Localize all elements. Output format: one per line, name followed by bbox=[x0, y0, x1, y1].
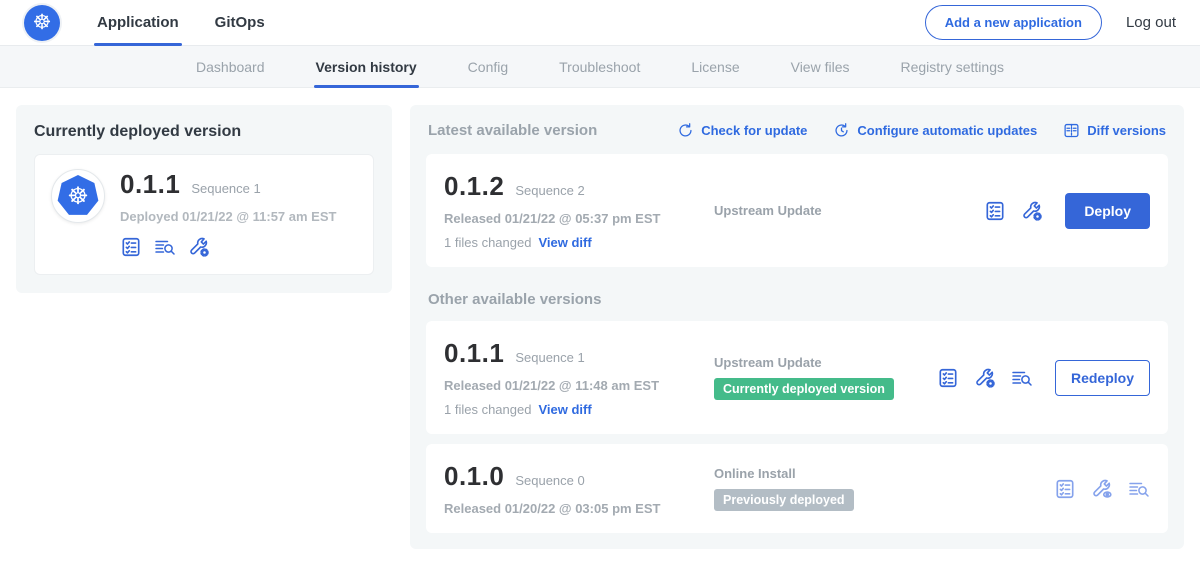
edit-config-icon[interactable] bbox=[974, 367, 996, 389]
files-changed-label: 1 files changed bbox=[444, 402, 531, 417]
version-source-label: Online Install bbox=[714, 466, 1054, 481]
version-number: 0.1.1 bbox=[444, 338, 504, 369]
sequence-label: Sequence 2 bbox=[515, 183, 584, 198]
check-for-update-label: Check for update bbox=[701, 123, 807, 138]
configure-automatic-updates-label: Configure automatic updates bbox=[857, 123, 1037, 138]
version-number: 0.1.2 bbox=[444, 171, 504, 202]
view-diff-link[interactable]: View diff bbox=[538, 402, 591, 417]
currently-deployed-panel: Currently deployed version ☸ 0.1.1 Seque… bbox=[16, 105, 392, 293]
view-logs-icon[interactable] bbox=[1128, 478, 1150, 500]
main-content: Currently deployed version ☸ 0.1.1 Seque… bbox=[0, 88, 1200, 566]
deployed-version-number: 0.1.1 bbox=[120, 169, 180, 200]
diff-versions-label: Diff versions bbox=[1087, 123, 1166, 138]
view-logs-icon[interactable] bbox=[154, 236, 176, 258]
version-source-label: Upstream Update bbox=[714, 203, 984, 218]
sequence-label: Sequence 1 bbox=[515, 350, 584, 365]
refresh-icon bbox=[677, 122, 694, 139]
available-versions-panel: Latest available version Check for updat… bbox=[410, 105, 1184, 549]
version-card-0-1-2: 0.1.2 Sequence 2 Released 01/21/22 @ 05:… bbox=[426, 154, 1168, 267]
diff-icon bbox=[1063, 122, 1080, 139]
tab-version-history[interactable]: Version history bbox=[314, 46, 419, 88]
currently-deployed-badge: Currently deployed version bbox=[714, 378, 894, 400]
release-notes-icon[interactable] bbox=[120, 236, 142, 258]
redeploy-button[interactable]: Redeploy bbox=[1055, 360, 1150, 396]
tab-dashboard[interactable]: Dashboard bbox=[194, 46, 267, 88]
logout-button[interactable]: Log out bbox=[1126, 14, 1176, 31]
deployed-version-card: ☸ 0.1.1 Sequence 1 Deployed 01/21/22 @ 1… bbox=[34, 154, 374, 275]
tab-gitops[interactable]: GitOps bbox=[212, 0, 268, 46]
check-for-update-link[interactable]: Check for update bbox=[677, 122, 807, 139]
deployed-sequence-label: Sequence 1 bbox=[191, 181, 260, 196]
tab-config[interactable]: Config bbox=[466, 46, 510, 88]
edit-config-icon[interactable] bbox=[1021, 200, 1043, 222]
latest-available-title: Latest available version bbox=[428, 122, 597, 139]
deployed-timestamp: Deployed 01/21/22 @ 11:57 am EST bbox=[120, 209, 336, 224]
tab-troubleshoot[interactable]: Troubleshoot bbox=[557, 46, 642, 88]
edit-config-icon[interactable] bbox=[188, 236, 210, 258]
app-sub-nav: Dashboard Version history Config Trouble… bbox=[0, 46, 1200, 88]
add-new-application-button[interactable]: Add a new application bbox=[925, 5, 1102, 40]
sequence-label: Sequence 0 bbox=[515, 473, 584, 488]
previously-deployed-badge: Previously deployed bbox=[714, 489, 854, 511]
version-number: 0.1.0 bbox=[444, 461, 504, 492]
app-logo-ring: ☸ bbox=[51, 169, 105, 223]
configure-automatic-updates-link[interactable]: Configure automatic updates bbox=[833, 122, 1037, 139]
release-notes-icon[interactable] bbox=[984, 200, 1006, 222]
released-timestamp: Released 01/21/22 @ 05:37 pm EST bbox=[444, 211, 702, 226]
view-diff-link[interactable]: View diff bbox=[538, 235, 591, 250]
release-notes-icon[interactable] bbox=[1054, 478, 1076, 500]
version-source-label: Upstream Update bbox=[714, 355, 937, 370]
kubernetes-app-icon: ☸ bbox=[57, 175, 99, 217]
tab-registry-settings[interactable]: Registry settings bbox=[899, 46, 1006, 88]
tab-view-files[interactable]: View files bbox=[789, 46, 852, 88]
diff-versions-link[interactable]: Diff versions bbox=[1063, 122, 1166, 139]
view-config-icon[interactable] bbox=[1091, 478, 1113, 500]
version-card-0-1-0: 0.1.0 Sequence 0 Released 01/20/22 @ 03:… bbox=[426, 444, 1168, 533]
released-timestamp: Released 01/21/22 @ 11:48 am EST bbox=[444, 378, 702, 393]
files-changed-label: 1 files changed bbox=[444, 235, 531, 250]
automatic-updates-icon bbox=[833, 122, 850, 139]
currently-deployed-title: Currently deployed version bbox=[34, 123, 374, 141]
top-nav: ☸ Application GitOps Add a new applicati… bbox=[0, 0, 1200, 46]
kubernetes-logo-icon: ☸ bbox=[24, 5, 60, 41]
tab-license[interactable]: License bbox=[689, 46, 741, 88]
other-available-versions-title: Other available versions bbox=[428, 291, 1166, 308]
tab-application[interactable]: Application bbox=[94, 0, 182, 46]
deploy-button[interactable]: Deploy bbox=[1065, 193, 1150, 229]
view-logs-icon[interactable] bbox=[1011, 367, 1033, 389]
released-timestamp: Released 01/20/22 @ 03:05 pm EST bbox=[444, 501, 702, 516]
version-card-0-1-1: 0.1.1 Sequence 1 Released 01/21/22 @ 11:… bbox=[426, 321, 1168, 434]
release-notes-icon[interactable] bbox=[937, 367, 959, 389]
